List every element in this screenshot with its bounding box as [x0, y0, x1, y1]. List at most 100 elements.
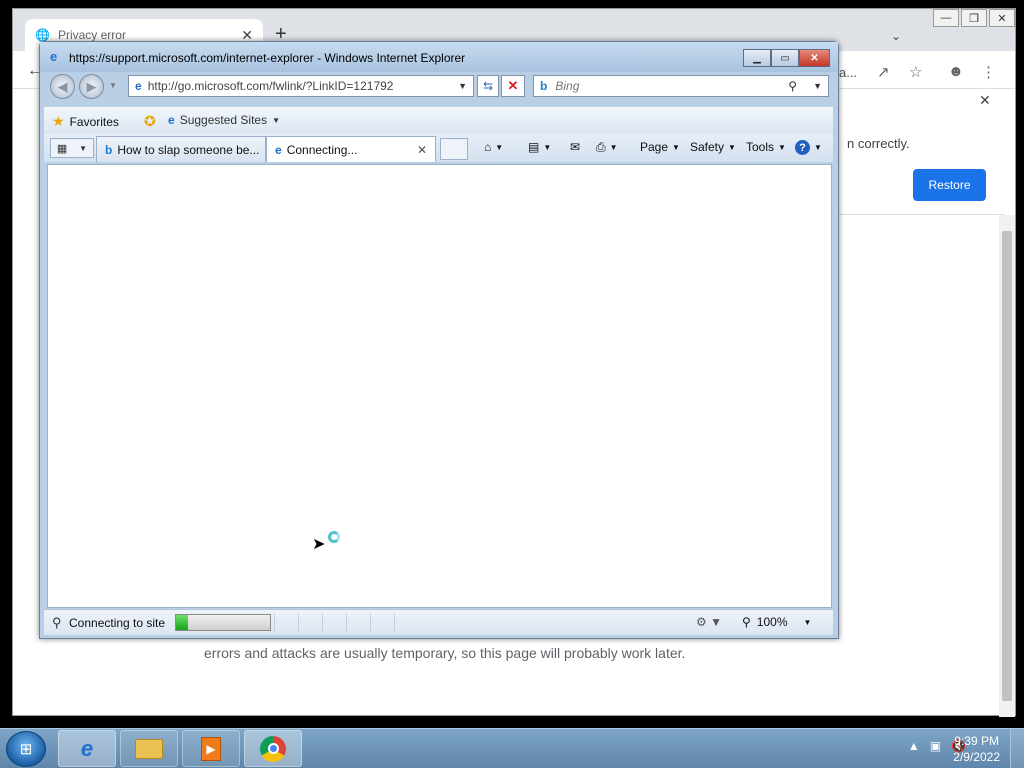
new-tab-button[interactable] — [440, 138, 468, 160]
ie-icon: e — [50, 49, 58, 64]
clock-time: 9:39 PM — [954, 734, 999, 748]
ie-icon: e — [168, 113, 175, 127]
progress-fill — [176, 615, 189, 630]
show-desktop-button[interactable] — [1010, 729, 1024, 768]
restore-button[interactable]: Restore — [913, 169, 986, 201]
close-tab-icon[interactable]: ✕ — [417, 143, 427, 157]
favorites-label: Favorites — [69, 114, 119, 129]
network-icon[interactable]: ▣ — [930, 739, 941, 753]
tab-bing-search[interactable]: b How to slap someone be... — [96, 136, 266, 162]
suggested-sites-button[interactable]: e Suggested Sites ▼ — [168, 113, 280, 127]
tab-label: How to slap someone be... — [117, 142, 260, 157]
ie-icon: e — [275, 142, 282, 157]
divider — [394, 614, 395, 632]
chevron-down-icon: ▼ — [728, 142, 736, 152]
divider — [322, 614, 323, 632]
favorites-button[interactable]: ★ Favorites — [52, 113, 119, 130]
suggested-sites-label: Suggested Sites — [179, 113, 268, 127]
chevron-down-icon: ▼ — [495, 142, 504, 152]
windows-logo-icon: ⊞ — [19, 741, 33, 758]
zoom-control[interactable]: ⚲ 100% ▼ — [742, 615, 811, 629]
chevron-down-icon: ▼ — [814, 143, 822, 152]
close-window-button[interactable]: ✕ — [989, 9, 1015, 27]
back-button[interactable]: ◀ — [50, 74, 75, 99]
safety-menu-label: Safety — [690, 140, 725, 154]
divider — [370, 614, 371, 632]
clock-date: 2/9/2022 — [953, 750, 1000, 764]
close-icon[interactable]: ✕ — [979, 92, 991, 109]
ie-window: e https://support.microsoft.com/internet… — [39, 41, 839, 639]
read-mail-button[interactable]: ✉ — [570, 140, 580, 154]
refresh-button[interactable]: ⇆ — [477, 75, 499, 97]
quick-tabs-button[interactable]: ▦ ▼ — [50, 138, 94, 158]
folder-icon — [135, 738, 163, 759]
close-button[interactable]: ✕ — [799, 49, 830, 67]
taskbar-internet-explorer[interactable]: e — [58, 730, 116, 767]
maximize-button[interactable]: ▭ — [771, 49, 799, 67]
search-box[interactable]: b ⚲ ▼ — [533, 75, 829, 97]
status-search-icon: ⚲ — [52, 615, 62, 630]
minimize-button[interactable]: ▁ — [743, 49, 771, 67]
error-body-text: errors and attacks are usually temporary… — [204, 645, 686, 661]
tab-label: Connecting... — [286, 142, 358, 157]
favorites-bar: ★ Favorites ✪ e Suggested Sites ▼ — [44, 106, 833, 134]
chevron-down-icon: ▼ — [672, 142, 680, 152]
page-ie-icon: e — [135, 79, 142, 93]
menu-kebab-icon[interactable]: ⋮ — [981, 63, 996, 81]
tools-menu[interactable]: Tools ▼ — [746, 140, 786, 154]
page-menu-label: Page — [640, 140, 669, 154]
profile-icon[interactable]: ☻ — [948, 63, 964, 80]
ie-tab-bar: ▦ ▼ b How to slap someone be... e Connec… — [44, 134, 833, 162]
chevron-down-icon: ▼ — [272, 115, 281, 125]
feeds-button[interactable]: ▤ ▼ — [528, 140, 551, 154]
taskbar-media-player[interactable]: ▶ — [182, 730, 240, 767]
divider — [346, 614, 347, 632]
ie-content-area[interactable]: ➤ — [47, 164, 832, 608]
share-icon[interactable]: ↗ — [877, 63, 890, 81]
address-dropdown-icon[interactable]: ▼ — [458, 81, 467, 91]
chevron-down-icon: ▼ — [79, 143, 88, 153]
tab-connecting[interactable]: e Connecting... ✕ — [266, 136, 436, 162]
safety-menu[interactable]: Safety ▼ — [690, 140, 736, 154]
bookmark-star-icon[interactable]: ☆ — [909, 63, 922, 81]
print-button[interactable]: ⎙ ▼ — [596, 140, 618, 155]
search-input[interactable] — [555, 79, 776, 93]
stop-button[interactable]: ✕ — [501, 75, 525, 97]
start-button[interactable]: ⊞ — [6, 731, 46, 767]
taskbar-google-chrome[interactable] — [244, 730, 302, 767]
chrome-icon — [260, 735, 286, 762]
search-dropdown-icon[interactable]: ▼ — [813, 81, 822, 91]
taskbar: ⊞ e ▶ ▲ ▣ 🔇 9:39 PM 2/9/2022 — [0, 728, 1024, 768]
chevron-down-icon: ▼ — [543, 142, 552, 152]
minimize-button[interactable]: — — [933, 9, 959, 27]
bing-icon: b — [105, 142, 113, 157]
zoom-level: 100% — [756, 615, 788, 629]
address-bar[interactable]: e http://go.microsoft.com/fwlink/?LinkID… — [128, 75, 474, 97]
add-to-favorites-icon[interactable]: ✪ — [144, 113, 156, 130]
clock[interactable]: 9:39 PM 2/9/2022 — [953, 733, 1000, 765]
help-menu[interactable]: ? ▼ — [795, 140, 822, 155]
chrome-window-controls: — ❐ ✕ — [933, 9, 1015, 27]
bing-icon: b — [540, 79, 548, 93]
scrollbar-thumb[interactable] — [1002, 231, 1012, 701]
recent-pages-dropdown-icon[interactable]: ▼ — [109, 81, 117, 90]
security-zone-icon[interactable]: ⚙ ▼ — [696, 615, 722, 629]
mouse-pointer-icon: ➤ — [312, 536, 326, 553]
ie-caption-buttons: ▁ ▭ ✕ — [743, 49, 830, 67]
ie-status-bar: ⚲ Connecting to site ⚙ ▼ ⚲ 100% ▼ — [44, 609, 833, 635]
forward-button[interactable]: ▶ — [79, 74, 104, 99]
home-icon: ⌂ — [484, 140, 492, 154]
taskbar-windows-explorer[interactable] — [120, 730, 178, 767]
address-url[interactable]: http://go.microsoft.com/fwlink/?LinkID=1… — [148, 79, 394, 93]
tab-search-icon[interactable]: ⌄ — [891, 29, 901, 43]
scrollbar[interactable] — [999, 215, 1015, 717]
ie-titlebar[interactable]: e https://support.microsoft.com/internet… — [40, 42, 838, 72]
page-menu[interactable]: Page ▼ — [640, 140, 680, 154]
omnibox-tail[interactable]: a... — [839, 65, 857, 80]
help-icon: ? — [795, 140, 810, 155]
restore-window-button[interactable]: ❐ — [961, 9, 987, 27]
chrome-tab-title: Privacy error — [57, 28, 126, 42]
show-hidden-icons-icon[interactable]: ▲ — [908, 739, 920, 753]
home-button[interactable]: ⌂ ▼ — [484, 140, 503, 154]
search-icon[interactable]: ⚲ — [788, 79, 797, 93]
